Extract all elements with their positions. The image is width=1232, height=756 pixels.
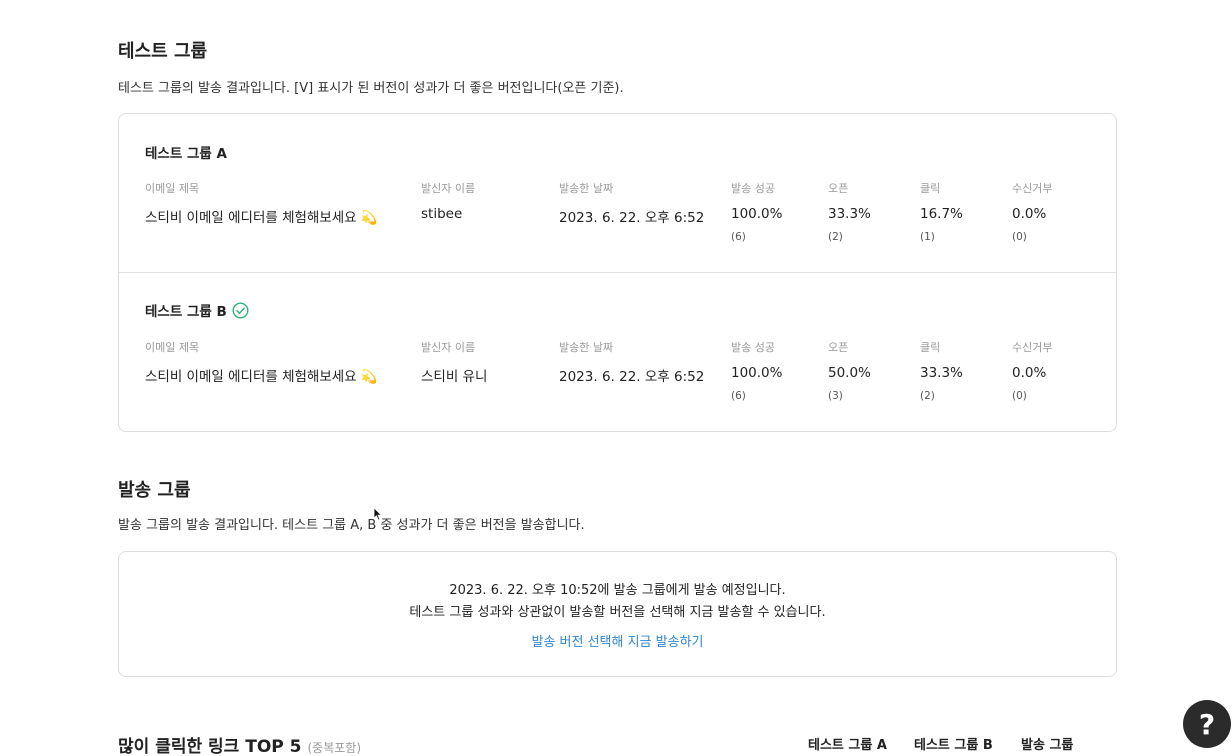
check-circle-icon — [232, 301, 249, 319]
success-rate: 100.0% — [731, 206, 783, 222]
top5-column-send-group: 발송 그룹 — [1021, 738, 1074, 753]
click-rate: 16.7% — [920, 206, 963, 222]
top5-column-group-a: 테스트 그룹 A — [808, 738, 887, 753]
open-rate: 33.3% — [828, 206, 871, 222]
column-header-subject: 이메일 제목 — [145, 182, 200, 195]
schedule-notice: 2023. 6. 22. 오후 10:52에 발송 그룹에게 발송 예정입니다. — [449, 583, 786, 598]
email-subject: 스티비 이메일 에디터를 체험해보세요 💫 — [145, 210, 378, 226]
test-section-title: 테스트 그룹 — [118, 41, 208, 62]
column-header-click: 클릭 — [920, 182, 941, 195]
top5-header: 많이 클릭한 링크 TOP 5 (중복포함) — [118, 732, 361, 756]
sender-name: stibee — [421, 206, 463, 222]
open-count: (3) — [828, 390, 843, 402]
send-now-link[interactable]: 발송 버전 선택해 지금 발송하기 — [119, 631, 1116, 650]
unsubscribe-rate: 0.0% — [1012, 206, 1047, 222]
column-header-click: 클릭 — [920, 341, 941, 354]
test-section-description: 테스트 그룹의 발송 결과입니다. [V] 표시가 된 버전이 성과가 더 좋은… — [118, 81, 624, 96]
column-header-sent-date: 발송한 날짜 — [559, 182, 614, 195]
top5-column-group-b: 테스트 그룹 B — [914, 738, 993, 753]
column-header-unsubscribe: 수신거부 — [1012, 182, 1053, 195]
column-header-success: 발송 성공 — [731, 182, 775, 195]
test-group-a: 테스트 그룹 A 이메일 제목 발신자 이름 발송한 날짜 발송 성공 오픈 클… — [119, 114, 1116, 272]
success-count: (6) — [731, 390, 746, 402]
open-count: (2) — [828, 231, 843, 243]
send-group-card: 2023. 6. 22. 오후 10:52에 발송 그룹에게 발송 예정입니다.… — [118, 551, 1117, 677]
column-header-open: 오픈 — [828, 341, 849, 354]
success-rate: 100.0% — [731, 365, 783, 381]
sender-name: 스티비 유니 — [421, 369, 488, 385]
click-rate: 33.3% — [920, 365, 963, 381]
group-name: 테스트 그룹 B — [145, 300, 249, 320]
group-name: 테스트 그룹 A — [145, 142, 227, 162]
unsubscribe-rate: 0.0% — [1012, 365, 1047, 381]
mouse-cursor-icon — [373, 507, 383, 521]
unsubscribe-count: (0) — [1012, 231, 1027, 243]
help-button[interactable]: ? — [1183, 700, 1231, 748]
send-section-description: 발송 그룹의 발송 결과입니다. 테스트 그룹 A, B 중 성과가 더 좋은 … — [118, 518, 585, 533]
column-header-sender: 발신자 이름 — [421, 182, 476, 195]
column-header-open: 오픈 — [828, 182, 849, 195]
open-rate: 50.0% — [828, 365, 871, 381]
column-header-success: 발송 성공 — [731, 341, 775, 354]
group-name-label: 테스트 그룹 A — [145, 146, 227, 162]
click-count: (1) — [920, 231, 935, 243]
top5-title: 많이 클릭한 링크 TOP 5 — [118, 737, 302, 756]
success-count: (6) — [731, 231, 746, 243]
group-name-label: 테스트 그룹 B — [145, 304, 227, 320]
top5-subtitle: (중복포함) — [307, 741, 362, 755]
column-header-unsubscribe: 수신거부 — [1012, 341, 1053, 354]
column-header-subject: 이메일 제목 — [145, 341, 200, 354]
click-count: (2) — [920, 390, 935, 402]
test-groups-card: 테스트 그룹 A 이메일 제목 발신자 이름 발송한 날짜 발송 성공 오픈 클… — [118, 113, 1117, 432]
send-section-title: 발송 그룹 — [118, 480, 191, 501]
email-subject: 스티비 이메일 에디터를 체험해보세요 💫 — [145, 369, 378, 385]
test-group-b: 테스트 그룹 B 이메일 제목 발신자 이름 발송한 날짜 발송 성공 오픈 클… — [119, 273, 1116, 432]
column-header-sent-date: 발송한 날짜 — [559, 341, 614, 354]
unsubscribe-count: (0) — [1012, 390, 1027, 402]
choose-version-notice: 테스트 그룹 성과와 상관없이 발송할 버전을 선택해 지금 발송할 수 있습니… — [409, 605, 826, 620]
column-header-sender: 발신자 이름 — [421, 341, 476, 354]
sent-date: 2023. 6. 22. 오후 6:52 — [559, 210, 705, 226]
sent-date: 2023. 6. 22. 오후 6:52 — [559, 369, 705, 385]
question-icon: ? — [1198, 707, 1216, 741]
